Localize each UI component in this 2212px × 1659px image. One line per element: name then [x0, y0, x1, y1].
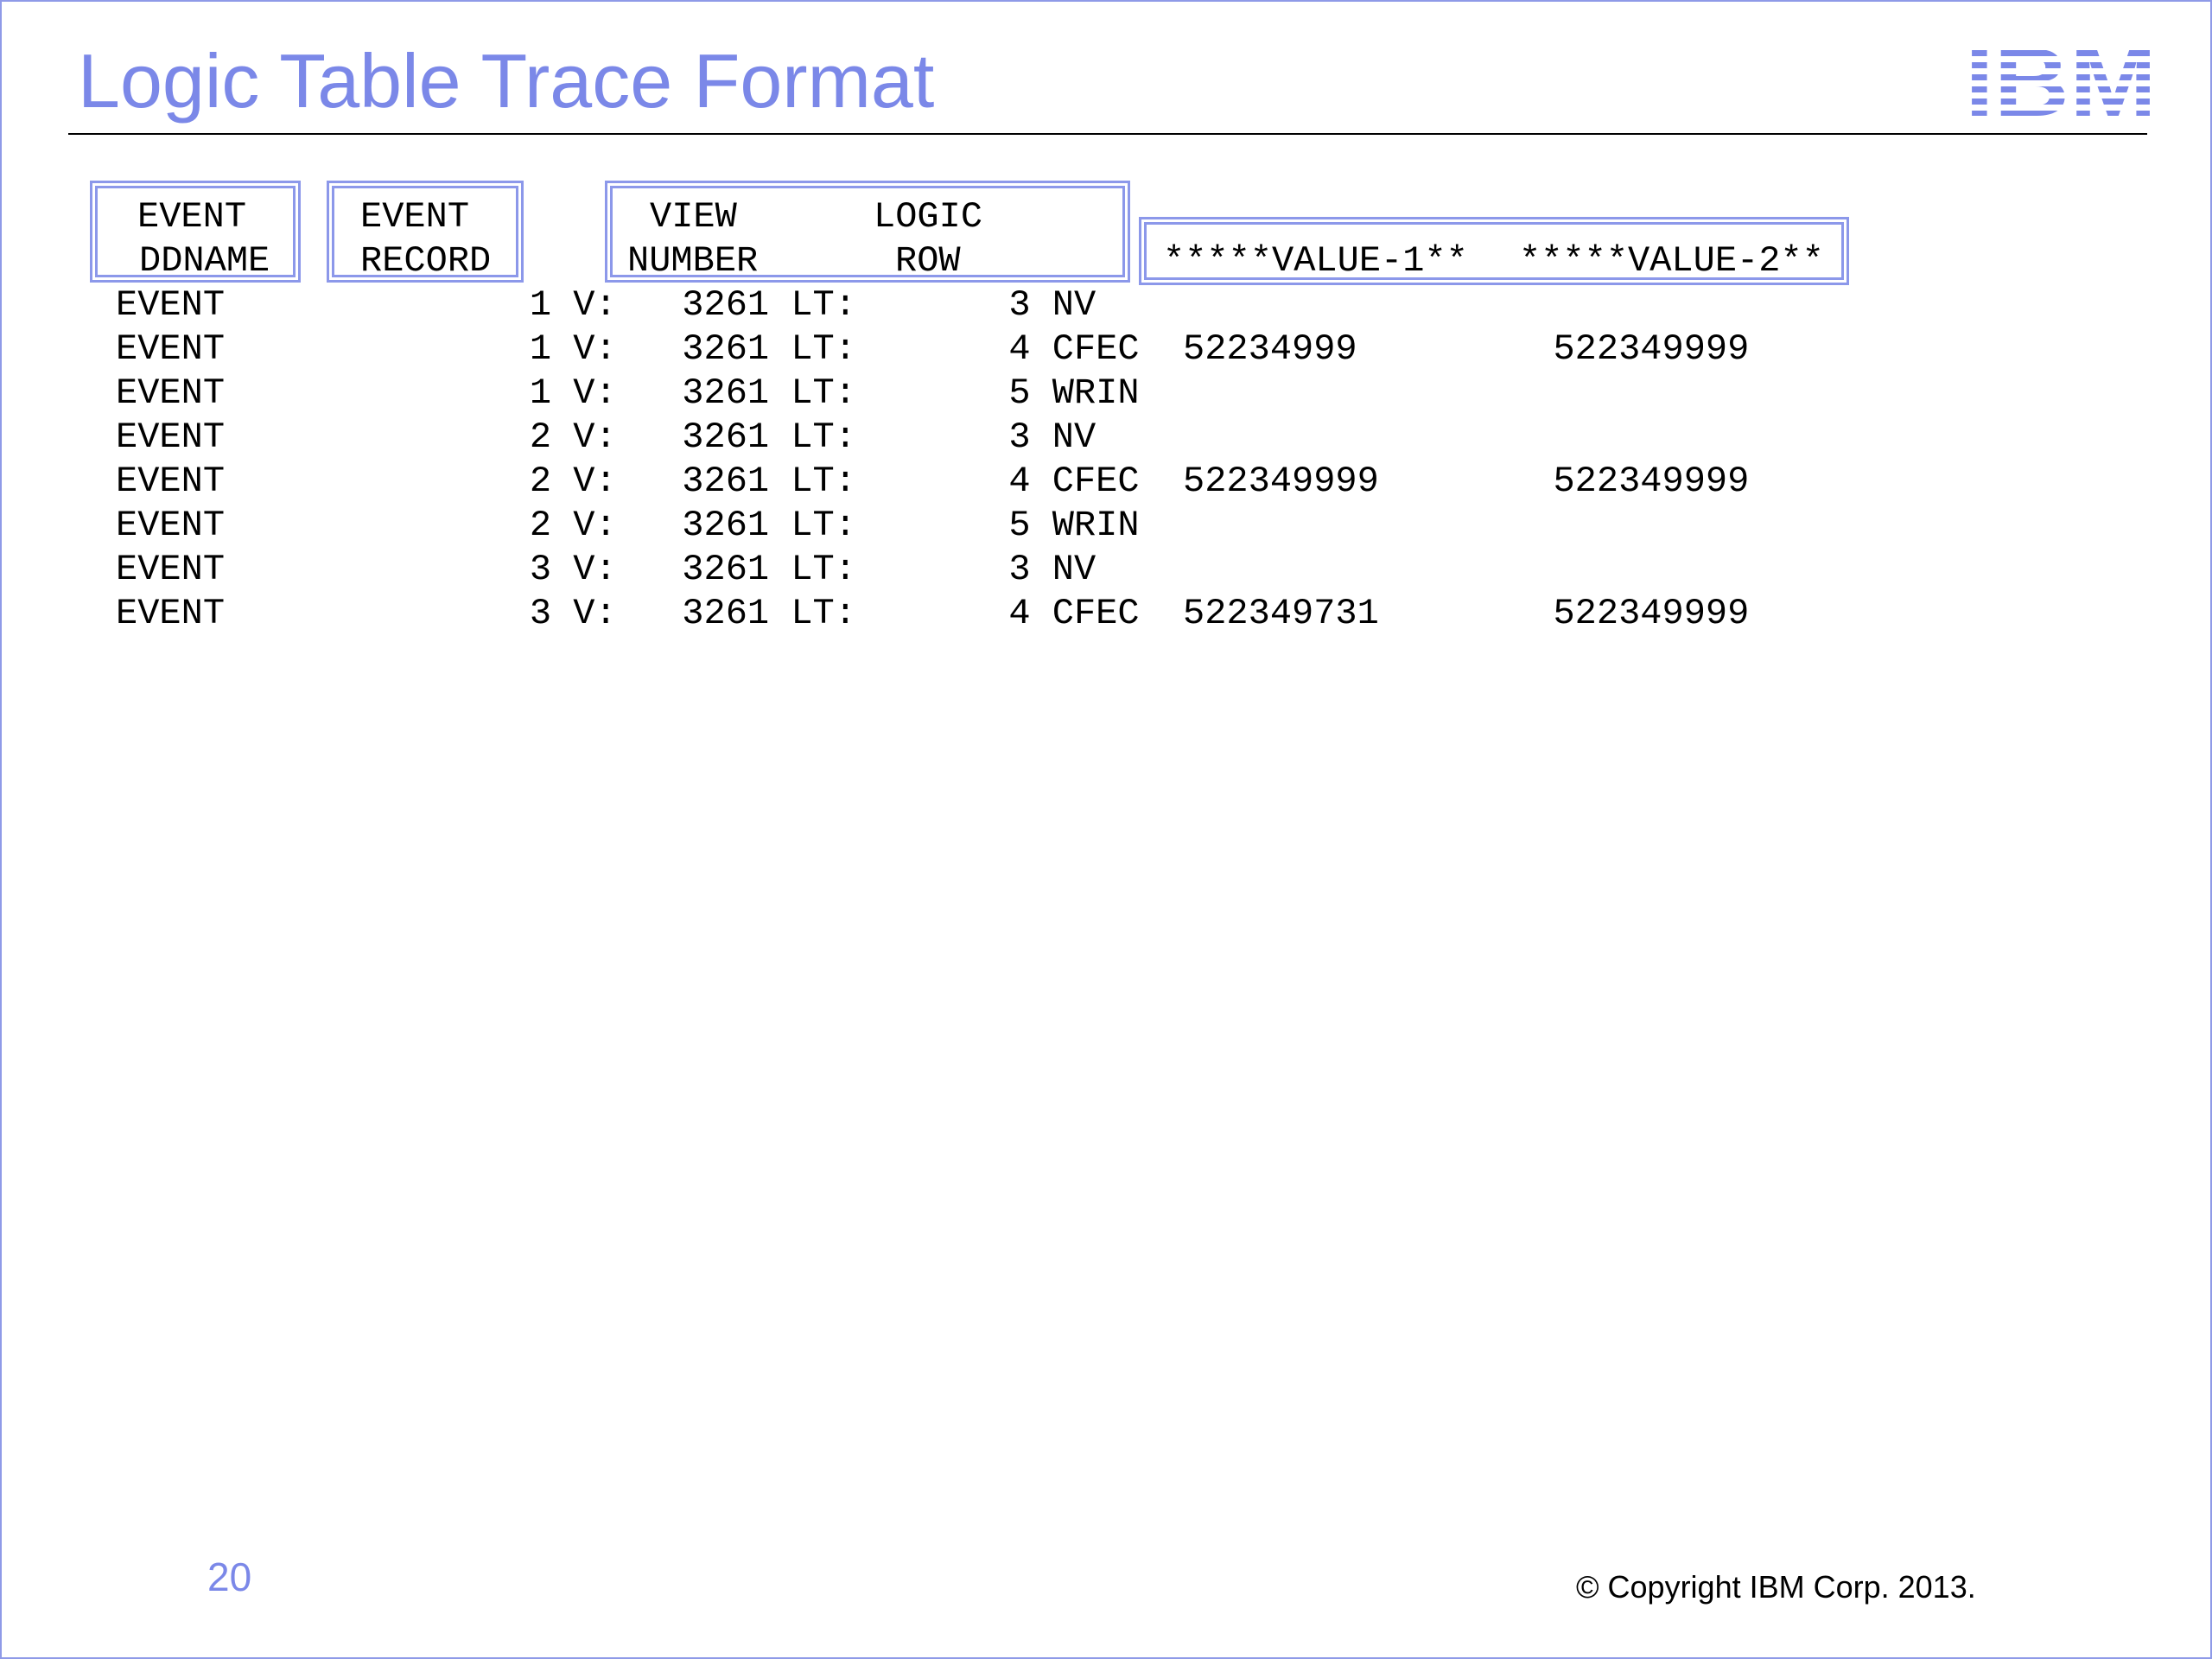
trace-row: EVENT 2 V: 3261 LT: 4 CFEC 522349999 522…: [116, 461, 1750, 502]
header-value1-label: *****VALUE-1**: [1163, 240, 1468, 282]
ibm-logo-text: IBM: [1965, 38, 2157, 118]
header-number-label: NUMBER: [627, 240, 759, 282]
ibm-logo: IBM: [1965, 38, 2157, 118]
trace-row: EVENT 2 V: 3261 LT: 5 WRIN: [116, 505, 1140, 546]
trace-row: EVENT 3 V: 3261 LT: 4 CFEC 522349731 522…: [116, 593, 1750, 634]
header-row-label: ROW: [895, 240, 961, 282]
trace-rows: EVENT 1 V: 3261 LT: 3 NV EVENT 1 V: 3261…: [116, 283, 1749, 636]
title-divider: [68, 133, 2147, 135]
header-value2-label: *****VALUE-2**: [1519, 240, 1824, 282]
slide-title: Logic Table Trace Format: [78, 38, 935, 124]
header-logic-label: LOGIC: [874, 196, 983, 238]
header-record-label: RECORD: [360, 240, 492, 282]
header-view-label: VIEW: [650, 196, 737, 238]
trace-row: EVENT 1 V: 3261 LT: 5 WRIN: [116, 372, 1140, 414]
trace-row: EVENT 1 V: 3261 LT: 3 NV: [116, 284, 1096, 326]
trace-row: EVENT 3 V: 3261 LT: 3 NV: [116, 549, 1096, 590]
header-event-label: EVENT: [137, 196, 247, 238]
header-event-label-2: EVENT: [360, 196, 470, 238]
slide: Logic Table Trace Format IBM EVENT DDNAM…: [0, 0, 2212, 1659]
page-number: 20: [207, 1554, 252, 1599]
copyright-notice: © Copyright IBM Corp. 2013.: [1576, 1569, 1976, 1605]
trace-row: EVENT 2 V: 3261 LT: 3 NV: [116, 416, 1096, 458]
header-ddname-label: DDNAME: [139, 240, 270, 282]
trace-row: EVENT 1 V: 3261 LT: 4 CFEC 52234999 5223…: [116, 328, 1750, 370]
